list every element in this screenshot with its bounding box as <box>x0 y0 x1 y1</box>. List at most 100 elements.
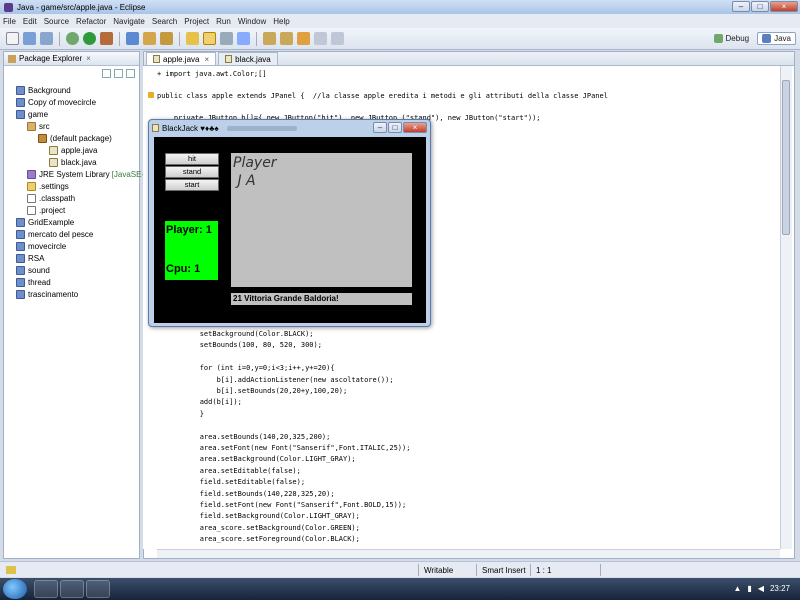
debug-icon[interactable] <box>66 32 79 45</box>
tree-item[interactable]: mercato del pesce <box>16 228 93 240</box>
tree-item-label: Copy of movecircle <box>28 97 97 107</box>
menu-source[interactable]: Source <box>44 17 69 26</box>
menu-edit[interactable]: Edit <box>23 17 37 26</box>
code-line: area.setFont(new Font("Sanserif",Font.IT… <box>166 444 411 452</box>
tree-item[interactable]: src <box>27 120 50 132</box>
view-menu-icon[interactable] <box>126 69 135 78</box>
run-icon[interactable] <box>83 32 96 45</box>
tree-item[interactable]: .classpath <box>27 192 75 204</box>
tree-item[interactable]: .settings <box>27 180 69 192</box>
tree-item[interactable]: black.java <box>49 156 97 168</box>
editor-horizontal-scrollbar[interactable] <box>157 549 780 558</box>
block-selection-icon[interactable] <box>237 32 250 45</box>
next-annotation-icon[interactable] <box>263 32 276 45</box>
close-button[interactable]: × <box>770 1 798 12</box>
blackjack-panel: hit stand start Player J A Player: 1 Cpu… <box>154 137 426 323</box>
prev-annotation-icon[interactable] <box>280 32 293 45</box>
perspective-java[interactable]: Java <box>757 32 796 45</box>
tree-item[interactable]: game <box>16 108 48 120</box>
new-icon[interactable] <box>6 32 19 45</box>
menu-window[interactable]: Window <box>238 17 266 26</box>
menu-run[interactable]: Run <box>216 17 231 26</box>
menu-project[interactable]: Project <box>184 17 209 26</box>
cards-text-area: Player J A <box>231 153 412 287</box>
tree-item-label: GridExample <box>28 217 75 227</box>
tab-black-java[interactable]: black.java <box>218 52 278 65</box>
blackjack-title: BlackJack ♥♦♣♠ <box>162 123 219 133</box>
package-explorer-tab[interactable]: Package Explorer × <box>4 52 139 66</box>
tree-item[interactable]: GridExample <box>16 216 74 228</box>
maximize-button[interactable]: □ <box>751 1 769 12</box>
code-line: b[i].setBounds(20,20+y,100,20); <box>166 387 348 395</box>
menu-file[interactable]: File <box>3 17 16 26</box>
search-icon[interactable] <box>186 32 199 45</box>
external-tools-icon[interactable] <box>100 32 113 45</box>
print-icon[interactable] <box>40 32 53 45</box>
tree-item[interactable]: .project <box>27 204 65 216</box>
blurred-title-text <box>226 125 297 131</box>
eclipse-taskbar-icon[interactable] <box>86 580 110 598</box>
show-whitespace-icon[interactable] <box>220 32 233 45</box>
clock[interactable]: 23:27 <box>770 584 790 593</box>
toggle-mark-icon[interactable] <box>203 32 216 45</box>
tree-item[interactable]: movecircle <box>16 240 66 252</box>
link-editor-icon[interactable] <box>114 69 123 78</box>
save-icon[interactable] <box>23 32 36 45</box>
java-file-icon <box>49 157 58 167</box>
tree-item[interactable]: (default package) <box>38 132 112 144</box>
menu-navigate[interactable]: Navigate <box>113 17 145 26</box>
tree-item[interactable]: JRE System Library [JavaSE-1.6] <box>27 168 158 180</box>
network-icon[interactable]: ▮ <box>747 584 751 593</box>
show-hidden-icon[interactable]: ▲ <box>733 584 741 593</box>
close-icon[interactable]: × <box>86 54 91 63</box>
menu-search[interactable]: Search <box>152 17 177 26</box>
warning-marker-icon[interactable] <box>148 92 154 98</box>
code-line: } <box>166 409 204 418</box>
maximize-button[interactable]: □ <box>388 122 402 133</box>
tree-item[interactable]: apple.java <box>49 144 97 156</box>
minimize-button[interactable]: – <box>373 122 387 133</box>
tree-item[interactable]: RSA <box>16 252 44 264</box>
scrollbar-thumb[interactable] <box>782 80 790 235</box>
forward-icon[interactable] <box>331 32 344 45</box>
minimize-button[interactable]: – <box>732 1 750 12</box>
collapse-all-icon[interactable] <box>102 69 111 78</box>
start-button[interactable] <box>3 579 27 599</box>
firefox-taskbar-icon[interactable] <box>34 580 58 598</box>
code-line: area.setBounds(140,20,325,200); <box>166 432 331 441</box>
tree-item[interactable]: trascinamento <box>16 288 78 300</box>
code-line: + import java.awt.Color;[] <box>157 70 267 78</box>
project-icon <box>16 289 25 299</box>
tree-item-label: black.java <box>61 157 97 167</box>
close-icon[interactable]: × <box>204 55 209 64</box>
code-line: area.setBackground(Color.LIGHT_GRAY); <box>166 455 356 464</box>
start-button[interactable]: start <box>165 179 219 191</box>
java-perspective-icon <box>762 34 772 43</box>
menu-refactor[interactable]: Refactor <box>76 17 106 26</box>
explorer-taskbar-icon[interactable] <box>60 580 84 598</box>
notification-icon[interactable] <box>6 566 16 574</box>
new-package-icon[interactable] <box>143 32 156 45</box>
code-line: field.setEditable(false); <box>166 478 306 487</box>
tree-item[interactable]: Background <box>16 84 71 96</box>
editor-tabs: apple.java × black.java <box>144 52 794 66</box>
tree-item[interactable]: Copy of movecircle <box>16 96 96 108</box>
result-field: 21 Vittoria Grande Baldoria! <box>231 293 412 305</box>
back-icon[interactable] <box>314 32 327 45</box>
close-button[interactable]: × <box>403 122 427 133</box>
menu-help[interactable]: Help <box>273 17 289 26</box>
tree-item-label: .project <box>39 205 66 215</box>
project-icon <box>16 241 25 251</box>
tab-apple-java[interactable]: apple.java × <box>146 52 217 65</box>
perspective-debug[interactable]: Debug <box>710 32 754 45</box>
stand-button[interactable]: stand <box>165 166 219 178</box>
main-toolbar <box>0 28 800 50</box>
new-java-project-icon[interactable] <box>126 32 139 45</box>
hit-button[interactable]: hit <box>165 153 219 165</box>
tree-item-label: mercato del pesce <box>28 229 94 239</box>
last-edit-icon[interactable] <box>297 32 310 45</box>
open-type-icon[interactable] <box>160 32 173 45</box>
tree-item[interactable]: thread <box>16 276 51 288</box>
volume-icon[interactable]: ◀ <box>758 584 764 593</box>
tree-item[interactable]: sound <box>16 264 50 276</box>
